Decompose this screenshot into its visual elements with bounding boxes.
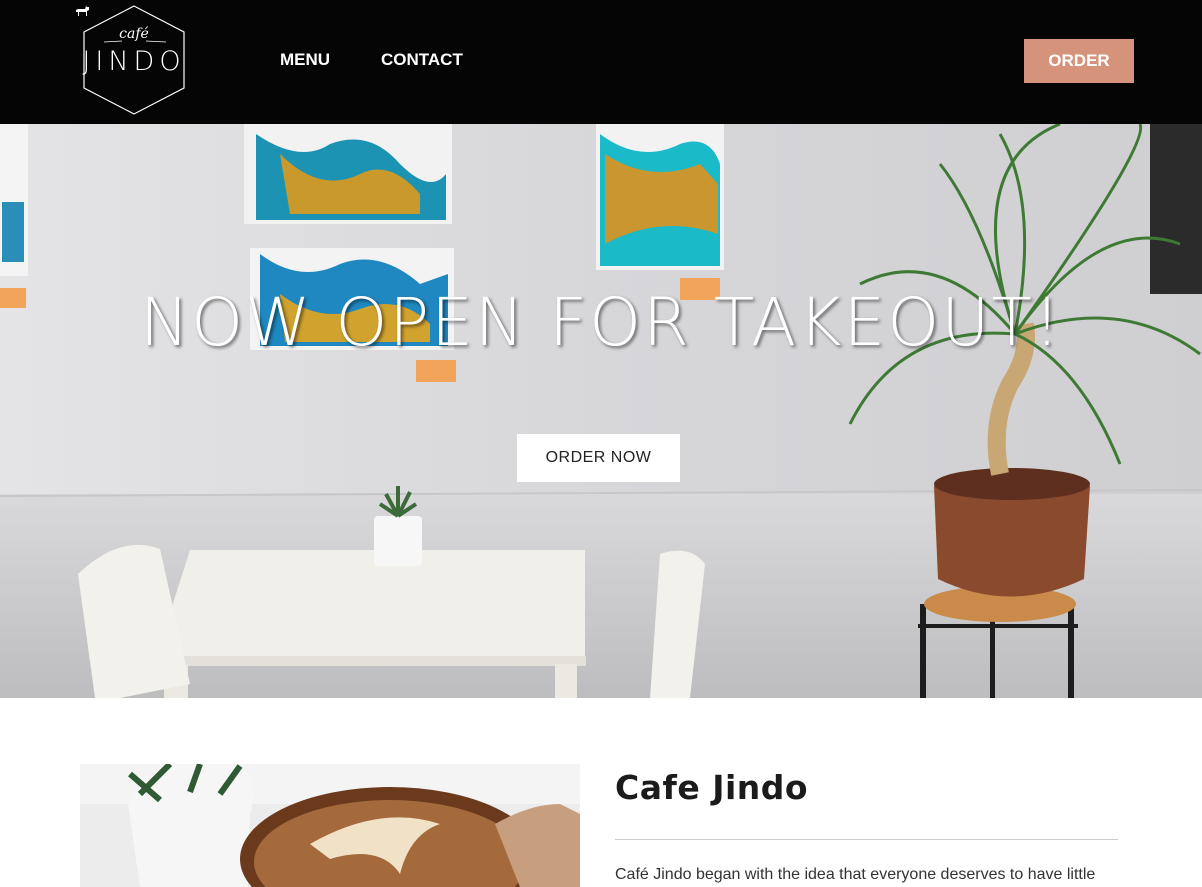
- hero-banner: NOW OPEN FOR TAKEOUT! ORDER NOW: [0, 124, 1202, 698]
- order-button[interactable]: ORDER: [1024, 39, 1134, 83]
- cafe-jindo-logo[interactable]: café JINDO: [74, 4, 194, 116]
- latte-photo: [80, 764, 580, 887]
- order-now-button[interactable]: ORDER NOW: [517, 434, 680, 482]
- hero-title: NOW OPEN FOR TAKEOUT!: [139, 284, 1063, 361]
- logo-name-text: JINDO: [82, 46, 186, 77]
- dog-icon: [76, 6, 89, 16]
- about-divider: [615, 839, 1118, 840]
- latte-image: [80, 764, 580, 887]
- logo-cafe-text: café: [119, 26, 149, 42]
- nav-contact-link[interactable]: CONTACT: [381, 50, 463, 70]
- cafe-interior-image: [0, 124, 1202, 698]
- nav-menu-link[interactable]: MENU: [280, 50, 330, 70]
- about-title: Cafe Jindo: [615, 768, 809, 807]
- site-header: café JINDO MENU CONTACT ORDER: [0, 0, 1202, 124]
- about-text: Café Jindo began with the idea that ever…: [615, 866, 1096, 883]
